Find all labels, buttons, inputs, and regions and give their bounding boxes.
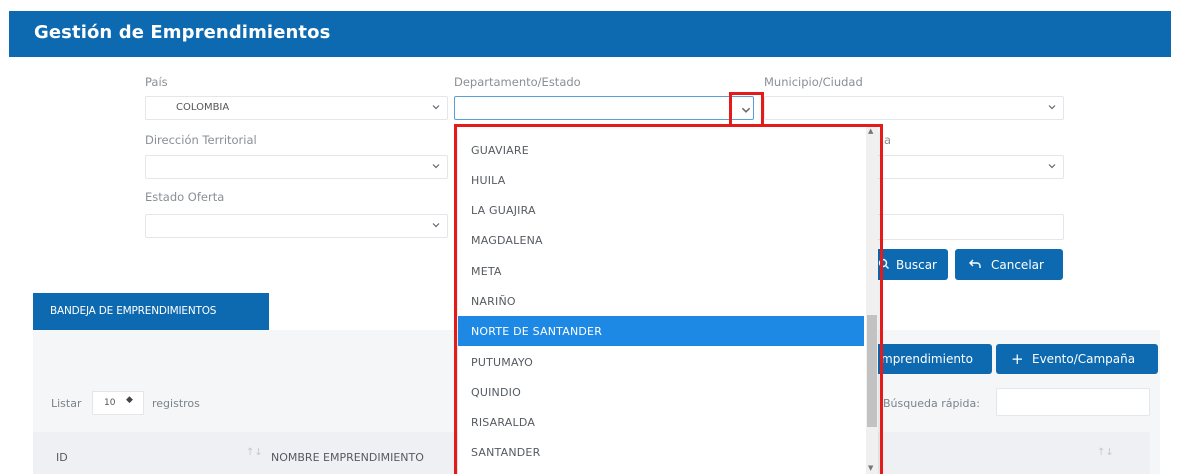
emprendimiento-label: mprendimiento — [881, 352, 973, 366]
pais-label: País — [145, 75, 168, 89]
estado-oferta-select[interactable] — [145, 214, 448, 238]
page-size-value: 10 — [104, 398, 116, 408]
sort-icon[interactable]: ↑↓ — [1097, 447, 1114, 458]
chevron-down-icon — [432, 164, 440, 169]
chevron-down-icon — [1048, 164, 1056, 169]
buscar-label: Buscar — [896, 257, 937, 272]
listar-label: Listar — [51, 397, 82, 410]
cancelar-button[interactable]: Cancelar — [955, 249, 1063, 280]
emprendimiento-button[interactable]: mprendimiento — [872, 344, 992, 374]
municipio-select[interactable] — [764, 96, 1064, 120]
departamento-select[interactable] — [454, 96, 754, 120]
stepper-icon: ◆ — [126, 395, 133, 405]
text-input[interactable] — [872, 214, 1064, 240]
evento-campana-label: Evento/Campaña — [1032, 352, 1136, 366]
municipio-label: Municipio/Ciudad — [764, 75, 863, 89]
chevron-down-icon — [432, 223, 440, 228]
pais-select[interactable]: COLOMBIA — [145, 96, 448, 120]
chevron-down-icon[interactable] — [740, 104, 752, 116]
registros-label: registros — [152, 397, 200, 410]
plus-icon: + — [1011, 350, 1024, 368]
tab-bandeja-label: BANDEJA DE EMPRENDIMIENTOS — [50, 305, 217, 317]
hidden-field-label: a — [884, 133, 892, 147]
column-id[interactable]: ID — [56, 451, 68, 464]
buscar-button[interactable]: Buscar — [872, 249, 948, 280]
sort-icon[interactable]: ↑↓ — [246, 447, 263, 458]
tab-bandeja[interactable]: BANDEJA DE EMPRENDIMIENTOS — [33, 293, 269, 330]
undo-icon — [969, 259, 981, 268]
estado-oferta-label: Estado Oferta — [145, 190, 225, 204]
page-size-select[interactable]: 10 ◆ — [92, 391, 144, 415]
pais-value: COLOMBIA — [176, 102, 230, 113]
hidden-field-select[interactable] — [872, 155, 1064, 179]
page-header: Gestión de Emprendimientos — [9, 11, 1171, 57]
cancelar-label: Cancelar — [991, 257, 1044, 272]
column-nombre[interactable]: NOMBRE EMPRENDIMIENTO — [271, 451, 424, 464]
search-input[interactable] — [996, 388, 1150, 416]
direccion-select[interactable] — [145, 155, 448, 179]
page-title: Gestión de Emprendimientos — [34, 22, 331, 43]
departamento-label: Departamento/Estado — [454, 75, 581, 89]
search-label: Búsqueda rápida: — [883, 397, 980, 410]
direccion-label: Dirección Territorial — [145, 133, 257, 147]
evento-campana-button[interactable]: + Evento/Campaña — [996, 344, 1158, 374]
chevron-down-icon — [1048, 105, 1056, 110]
chevron-down-icon — [432, 105, 440, 110]
annotation-highlight-dropdown — [454, 124, 883, 474]
